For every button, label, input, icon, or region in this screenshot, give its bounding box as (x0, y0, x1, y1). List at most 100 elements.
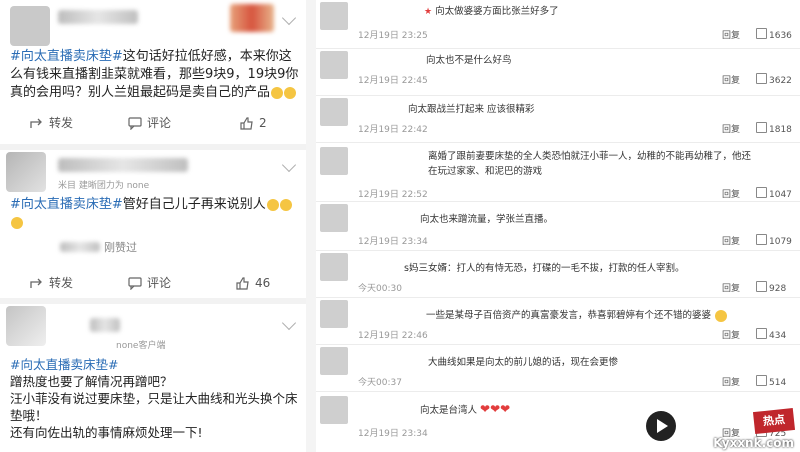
repost-icon (30, 118, 42, 128)
comment-text: ★ 向太做婆婆方面比张兰好多了 (424, 6, 559, 17)
like-button[interactable]: 1079 (756, 234, 792, 247)
reply-button[interactable]: 回复 (722, 328, 740, 341)
heart-icon: ❤❤❤ (480, 402, 511, 416)
comment-text: 大曲线如果是向太的前儿媳的话，现在会更惨 (428, 357, 619, 368)
post-text: #向太直播卖床垫# 蹭热度也要了解情况再蹭吧？ 汪小菲没有说过要床垫，只是让大曲… (10, 356, 300, 441)
thumbs-up-icon (236, 277, 249, 290)
avatar[interactable] (10, 6, 50, 46)
blurred-username (58, 10, 138, 24)
comment-row: 离婚了跟前妻要床垫的全人类恐怕就汪小菲一人，幼稚的不能再幼稚了，他还在玩过家家、… (316, 143, 800, 201)
thumbs-up-icon (240, 117, 253, 130)
comment-row: s妈三女婿：打人的有恃无恐，打碟的一毛不拔，打款的任人宰割。 今天00:30 回… (316, 251, 800, 297)
reply-button[interactable]: 回复 (722, 122, 740, 135)
comment-time: 12月19日 22:45 (358, 76, 428, 86)
avatar[interactable] (320, 2, 348, 30)
comment-text: 向太跟战兰打起来 应该很精彩 (408, 104, 535, 115)
weibo-post-2: 米目 建晰团力为 none #向太直播卖床垫#管好自己儿子再来说别人 刚赞过 转… (0, 150, 306, 298)
blurred-sticker (230, 4, 274, 32)
comment-button[interactable]: 评论 (128, 108, 171, 138)
like-button[interactable]: 2 (240, 108, 267, 138)
avatar[interactable] (320, 98, 348, 126)
avatar[interactable] (6, 306, 46, 346)
post-text: #向太直播卖床垫#这句话好拉低好感，本来你这么有钱来直播割韭菜就难看，那些9块9… (10, 48, 300, 102)
comment-time: 今天00:30 (358, 284, 402, 294)
hashtag-link[interactable]: #向太直播卖床垫# (10, 49, 123, 64)
weibo-post-3: none客户端 #向太直播卖床垫# 蹭热度也要了解情况再蹭吧？ 汪小菲没有说过要… (0, 304, 306, 452)
comment-row: ★ 向太做婆婆方面比张兰好多了 12月19日 23:25 回复 1636 (316, 0, 800, 48)
comments-panel: ★ 向太做婆婆方面比张兰好多了 12月19日 23:25 回复 1636 向太也… (316, 0, 800, 452)
comment-row: 大曲线如果是向太的前儿媳的话，现在会更惨 今天00:37 回复 514 (316, 345, 800, 391)
post-text: #向太直播卖床垫#管好自己儿子再来说别人 (10, 196, 300, 232)
reply-button[interactable]: 回复 (722, 375, 740, 388)
emoji-icon (266, 198, 279, 211)
blurred-username (58, 158, 188, 172)
comment-row: 向太也不是什么好鸟 12月19日 22:45 回复 3622 (316, 49, 800, 95)
chevron-down-icon[interactable] (281, 315, 297, 331)
left-weibo-panel: #向太直播卖床垫#这句话好拉低好感，本来你这么有钱来直播割韭菜就难看，那些9块9… (0, 0, 306, 452)
emoji-icon (11, 216, 23, 229)
like-button[interactable]: 1818 (756, 122, 792, 135)
comment-icon (128, 277, 142, 291)
emoji-icon (279, 198, 292, 211)
post-meta: none客户端 (116, 341, 166, 351)
reply-button[interactable]: 回复 (722, 28, 740, 41)
post-meta: 米目 建晰团力为 none (58, 181, 150, 191)
thumbs-up-icon (756, 375, 767, 386)
post-line: 汪小菲没有说过要床垫，只是让大曲线和光头换个床垫哦！ (10, 391, 298, 423)
blurred-username (90, 318, 120, 332)
repost-button[interactable]: 转发 (30, 108, 73, 138)
comment-time: 12月19日 23:34 (358, 429, 428, 439)
thumbs-up-icon (756, 281, 767, 292)
avatar[interactable] (320, 253, 348, 281)
chevron-down-icon[interactable] (281, 10, 297, 26)
liked-label: 刚赞过 (104, 241, 137, 254)
post-body: 管好自己儿子再来说别人 (122, 197, 266, 212)
comment-time: 12月19日 22:46 (358, 331, 428, 341)
thumbs-up-icon (756, 328, 767, 339)
blurred-reply-user (60, 242, 100, 252)
reply-button[interactable]: 回复 (722, 73, 740, 86)
thumbs-up-icon (756, 73, 767, 84)
comment-button[interactable]: 评论 (128, 268, 171, 298)
like-button[interactable]: 514 (756, 375, 786, 388)
like-button[interactable]: 928 (756, 281, 786, 294)
comment-time: 12月19日 23:34 (358, 237, 428, 247)
reply-button[interactable]: 回复 (722, 187, 740, 200)
like-button[interactable]: 1047 (756, 187, 792, 200)
post-line: 蹭热度也要了解情况再蹭吧？ (10, 374, 173, 389)
comment-row: 向太跟战兰打起来 应该很精彩 12月19日 22:42 回复 1818 (316, 96, 800, 142)
comment-row: 一些是某母子百倍资产的真富豪发言，恭喜郭碧婷有个还不错的婆婆 12月19日 22… (316, 298, 800, 344)
reply-button[interactable]: 回复 (722, 281, 740, 294)
comment-text: s妈三女婿：打人的有恃无恐，打碟的一毛不拔，打款的任人宰割。 (404, 263, 685, 274)
like-button[interactable]: 46 (236, 268, 270, 298)
avatar[interactable] (320, 51, 348, 79)
thumbs-up-icon (756, 187, 767, 198)
emoji-icon (284, 86, 297, 99)
avatar[interactable] (320, 147, 348, 175)
avatar[interactable] (320, 396, 348, 424)
comment-time: 12月19日 22:52 (358, 190, 428, 200)
watermark-text: Kyxxnk.com (713, 436, 794, 450)
hashtag-link[interactable]: #向太直播卖床垫# (10, 197, 123, 212)
repost-button[interactable]: 转发 (30, 268, 73, 298)
avatar[interactable] (6, 152, 46, 192)
watermark-badge: 热点 (752, 407, 796, 435)
chevron-down-icon[interactable] (281, 157, 297, 173)
emoji-icon (271, 86, 284, 99)
avatar[interactable] (320, 300, 348, 328)
like-button[interactable]: 434 (756, 328, 786, 341)
reply-button[interactable]: 回复 (722, 234, 740, 247)
weibo-post-1: #向太直播卖床垫#这句话好拉低好感，本来你这么有钱来直播割韭菜就难看，那些9块9… (0, 0, 306, 144)
comment-icon (128, 117, 142, 131)
like-button[interactable]: 3622 (756, 73, 792, 86)
play-icon (657, 419, 668, 433)
emoji-icon (715, 309, 728, 322)
hashtag-link[interactable]: #向太直播卖床垫# (10, 356, 300, 373)
comment-time: 12月19日 22:42 (358, 125, 428, 135)
thumbs-up-icon (756, 122, 767, 133)
comment-text: 向太也来蹭流量，学张兰直播。 (420, 214, 554, 225)
avatar[interactable] (320, 347, 348, 375)
comment-row: 向太也来蹭流量，学张兰直播。 12月19日 23:34 回复 1079 (316, 202, 800, 250)
avatar[interactable] (320, 204, 348, 232)
like-button[interactable]: 1636 (756, 28, 792, 41)
